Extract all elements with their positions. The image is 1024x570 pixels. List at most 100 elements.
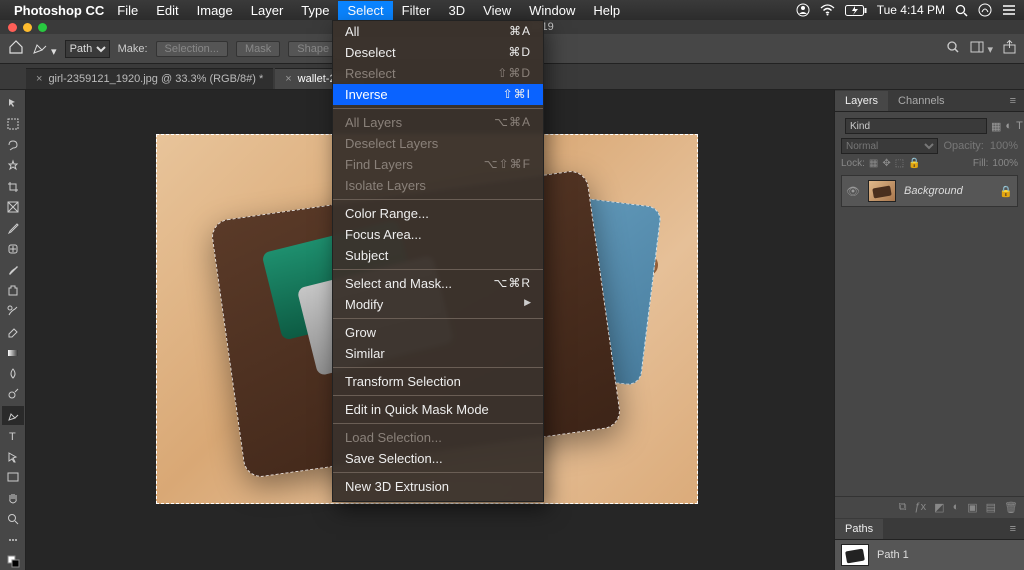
layer-name[interactable]: Background xyxy=(904,185,991,197)
spotlight-icon[interactable] xyxy=(955,4,968,17)
menu-window[interactable]: Window xyxy=(520,1,584,20)
dodge-tool[interactable] xyxy=(2,385,24,404)
menu-edit[interactable]: Edit xyxy=(147,1,187,20)
menu-item-modify[interactable]: Modify xyxy=(333,294,543,315)
mask-icon[interactable]: ◩ xyxy=(934,501,944,514)
menu-item-save-selection[interactable]: Save Selection... xyxy=(333,448,543,469)
filter-type-icon[interactable]: T xyxy=(1016,120,1023,132)
fg-bg-tool[interactable] xyxy=(2,551,24,570)
home-button[interactable] xyxy=(8,40,24,57)
eyedropper-tool[interactable] xyxy=(2,219,24,238)
adjustment-icon[interactable]: ◐ xyxy=(953,501,960,514)
make-mask-button[interactable]: Mask xyxy=(236,41,280,57)
workspace-switcher-icon[interactable]: ▾ xyxy=(970,41,993,56)
edit-toolbar-tool[interactable] xyxy=(2,530,24,549)
menu-item-similar[interactable]: Similar xyxy=(333,343,543,364)
marquee-tool[interactable] xyxy=(2,115,24,134)
lock-pixels-icon[interactable]: ▦ xyxy=(869,158,878,169)
crop-tool[interactable] xyxy=(2,177,24,196)
menu-item-transform-selection[interactable]: Transform Selection xyxy=(333,371,543,392)
heal-tool[interactable] xyxy=(2,239,24,258)
clone-tool[interactable] xyxy=(2,281,24,300)
path-select-tool[interactable] xyxy=(2,447,24,466)
lock-all-icon[interactable]: 🔒 xyxy=(908,158,920,169)
menu-view[interactable]: View xyxy=(474,1,520,20)
menu-item-all[interactable]: All⌘A xyxy=(333,21,543,42)
fx-icon[interactable]: ƒx xyxy=(915,501,927,514)
menu-select[interactable]: Select xyxy=(338,1,392,20)
search-icon[interactable] xyxy=(946,40,960,57)
fill-value[interactable]: 100% xyxy=(992,158,1018,169)
window-minimize[interactable] xyxy=(23,23,32,32)
new-layer-icon[interactable]: ▤ xyxy=(986,501,996,514)
close-tab-icon[interactable]: × xyxy=(285,73,291,85)
menu-file[interactable]: File xyxy=(108,1,147,20)
path-name[interactable]: Path 1 xyxy=(877,549,909,561)
path-thumbnail[interactable] xyxy=(841,544,869,566)
panel-menu-icon[interactable]: ≡ xyxy=(1002,91,1024,111)
menu-item-subject[interactable]: Subject xyxy=(333,245,543,266)
menu-layer[interactable]: Layer xyxy=(242,1,293,20)
zoom-tool[interactable] xyxy=(2,510,24,529)
link-layers-icon[interactable]: ⧉ xyxy=(899,501,907,514)
wifi-icon[interactable] xyxy=(820,4,835,16)
layer-thumbnail[interactable] xyxy=(868,180,896,202)
tab-paths[interactable]: Paths xyxy=(835,519,883,539)
type-tool[interactable]: T xyxy=(2,427,24,446)
blur-tool[interactable] xyxy=(2,364,24,383)
app-name[interactable]: Photoshop CC xyxy=(14,3,104,18)
menu-help[interactable]: Help xyxy=(584,1,629,20)
blend-mode-select[interactable]: Normal xyxy=(841,138,938,154)
lasso-tool[interactable] xyxy=(2,136,24,155)
layer-filter-input[interactable] xyxy=(845,118,987,134)
trash-icon[interactable]: 🗑 xyxy=(1004,501,1018,514)
lock-position-icon[interactable]: ✥ xyxy=(882,158,890,169)
tab-channels[interactable]: Channels xyxy=(888,91,954,111)
visibility-icon[interactable]: 👁 xyxy=(846,185,860,198)
frame-tool[interactable] xyxy=(2,198,24,217)
close-tab-icon[interactable]: × xyxy=(36,73,42,85)
path-row[interactable]: Path 1 xyxy=(835,540,1024,570)
gradient-tool[interactable] xyxy=(2,343,24,362)
rectangle-tool[interactable] xyxy=(2,468,24,487)
quick-select-tool[interactable] xyxy=(2,156,24,175)
window-zoom[interactable] xyxy=(38,23,47,32)
menu-item-color-range[interactable]: Color Range... xyxy=(333,203,543,224)
tab-layers[interactable]: Layers xyxy=(835,91,888,111)
menu-item-deselect[interactable]: Deselect⌘D xyxy=(333,42,543,63)
menu-item-inverse[interactable]: Inverse⇧⌘I xyxy=(333,84,543,105)
path-mode-select[interactable]: Path xyxy=(65,40,110,58)
share-icon[interactable] xyxy=(1003,40,1016,57)
pen-tool-icon[interactable]: ▾ xyxy=(32,39,57,58)
menu-item-edit-in-quick-mask-mode[interactable]: Edit in Quick Mask Mode xyxy=(333,399,543,420)
menu-image[interactable]: Image xyxy=(188,1,242,20)
move-tool[interactable] xyxy=(2,94,24,113)
make-shape-button[interactable]: Shape xyxy=(288,41,338,57)
menu-item-grow[interactable]: Grow xyxy=(333,322,543,343)
group-icon[interactable]: ▣ xyxy=(967,501,977,514)
menu-item-focus-area[interactable]: Focus Area... xyxy=(333,224,543,245)
make-selection-button[interactable]: Selection... xyxy=(156,41,228,57)
layer-row[interactable]: 👁 Background 🔒 xyxy=(841,175,1018,207)
opacity-value[interactable]: 100% xyxy=(990,140,1018,152)
menu-3d[interactable]: 3D xyxy=(440,1,475,20)
menu-filter[interactable]: Filter xyxy=(393,1,440,20)
history-brush-tool[interactable] xyxy=(2,302,24,321)
filter-image-icon[interactable]: ▦ xyxy=(991,120,1001,133)
panel-menu-icon[interactable]: ≡ xyxy=(1002,519,1024,539)
hand-tool[interactable] xyxy=(2,489,24,508)
pen-tool[interactable] xyxy=(2,406,24,425)
window-close[interactable] xyxy=(8,23,17,32)
menu-item-select-and-mask[interactable]: Select and Mask...⌥⌘R xyxy=(333,273,543,294)
lock-artboard-icon[interactable]: ⬚ xyxy=(895,158,904,169)
eraser-tool[interactable] xyxy=(2,323,24,342)
filter-adjust-icon[interactable]: ◐ xyxy=(1005,120,1012,132)
clock[interactable]: Tue 4:14 PM xyxy=(877,3,945,17)
user-icon[interactable] xyxy=(796,3,810,17)
brush-tool[interactable] xyxy=(2,260,24,279)
menu-type[interactable]: Type xyxy=(292,1,338,20)
notification-center-icon[interactable] xyxy=(1002,4,1016,16)
siri-icon[interactable] xyxy=(978,3,992,17)
menu-item-new-3d-extrusion[interactable]: New 3D Extrusion xyxy=(333,476,543,497)
battery-icon[interactable] xyxy=(845,5,867,16)
